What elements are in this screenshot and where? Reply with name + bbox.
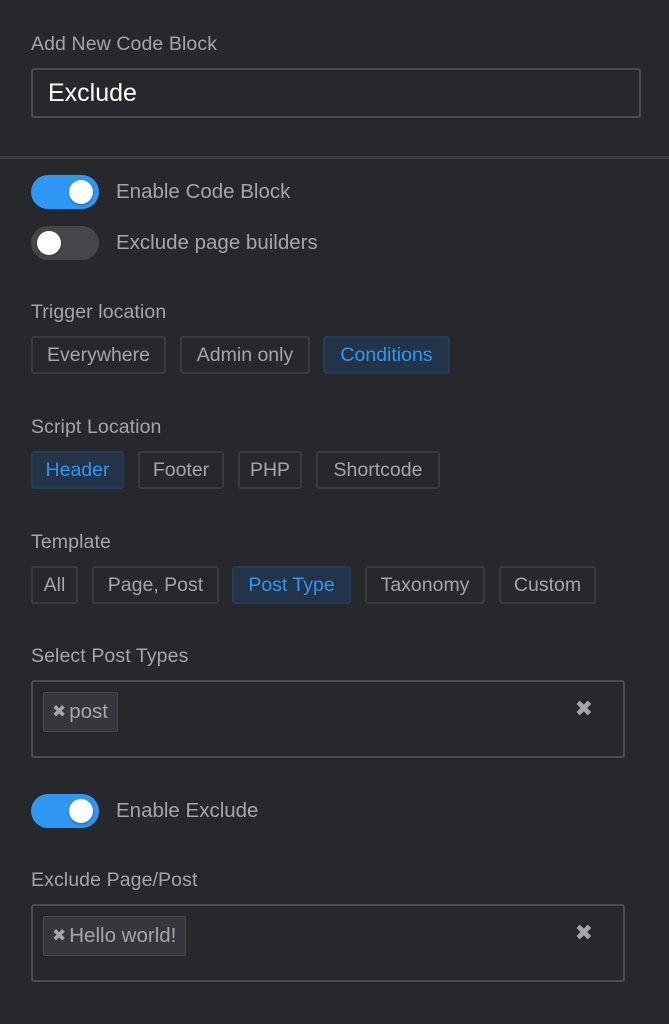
- exclude-page-builders-label: Exclude page builders: [116, 231, 318, 254]
- template-option-custom[interactable]: Custom: [499, 566, 596, 604]
- post-type-tag: ✖ post: [43, 692, 118, 732]
- script-location-label: Script Location: [31, 416, 162, 438]
- enable-code-block-label: Enable Code Block: [116, 180, 291, 203]
- clear-selection-icon[interactable]: ✖: [575, 696, 593, 722]
- select-post-types-label: Select Post Types: [31, 645, 189, 667]
- exclude-tag: ✖ Hello world!: [43, 916, 187, 956]
- clear-selection-icon[interactable]: ✖: [575, 920, 593, 946]
- exclude-page-post-select[interactable]: ✖ Hello world! ✖: [31, 904, 625, 982]
- exclude-page-post-label: Exclude Page/Post: [31, 869, 198, 891]
- code-block-title-section: Add New Code Block: [0, 0, 669, 159]
- post-types-select[interactable]: ✖ post ✖: [31, 680, 625, 758]
- tag-label: Hello world!: [69, 924, 177, 947]
- script-option-footer[interactable]: Footer: [138, 451, 224, 489]
- trigger-option-admin-only[interactable]: Admin only: [180, 336, 310, 374]
- template-option-taxonomy[interactable]: Taxonomy: [365, 566, 485, 604]
- exclude-page-builders-toggle[interactable]: [31, 226, 99, 260]
- template-option-post-type[interactable]: Post Type: [232, 566, 351, 604]
- enable-exclude-toggle[interactable]: [31, 794, 99, 828]
- toggle-knob: [69, 180, 93, 204]
- script-option-php[interactable]: PHP: [238, 451, 302, 489]
- trigger-option-conditions[interactable]: Conditions: [323, 336, 450, 374]
- toggle-knob: [37, 231, 61, 255]
- enable-exclude-label: Enable Exclude: [116, 799, 259, 822]
- template-option-page-post[interactable]: Page, Post: [92, 566, 219, 604]
- enable-code-block-toggle[interactable]: [31, 175, 99, 209]
- template-option-all[interactable]: All: [31, 566, 78, 604]
- divider: [0, 156, 669, 159]
- template-label: Template: [31, 531, 111, 553]
- add-new-code-block-label: Add New Code Block: [31, 33, 218, 55]
- script-option-header[interactable]: Header: [31, 451, 124, 489]
- trigger-location-label: Trigger location: [31, 301, 167, 323]
- trigger-option-everywhere[interactable]: Everywhere: [31, 336, 166, 374]
- script-option-shortcode[interactable]: Shortcode: [316, 451, 440, 489]
- code-block-title-input[interactable]: [31, 68, 641, 118]
- remove-tag-icon[interactable]: ✖: [52, 926, 66, 946]
- toggle-knob: [69, 799, 93, 823]
- remove-tag-icon[interactable]: ✖: [52, 702, 66, 722]
- tag-label: post: [69, 700, 108, 723]
